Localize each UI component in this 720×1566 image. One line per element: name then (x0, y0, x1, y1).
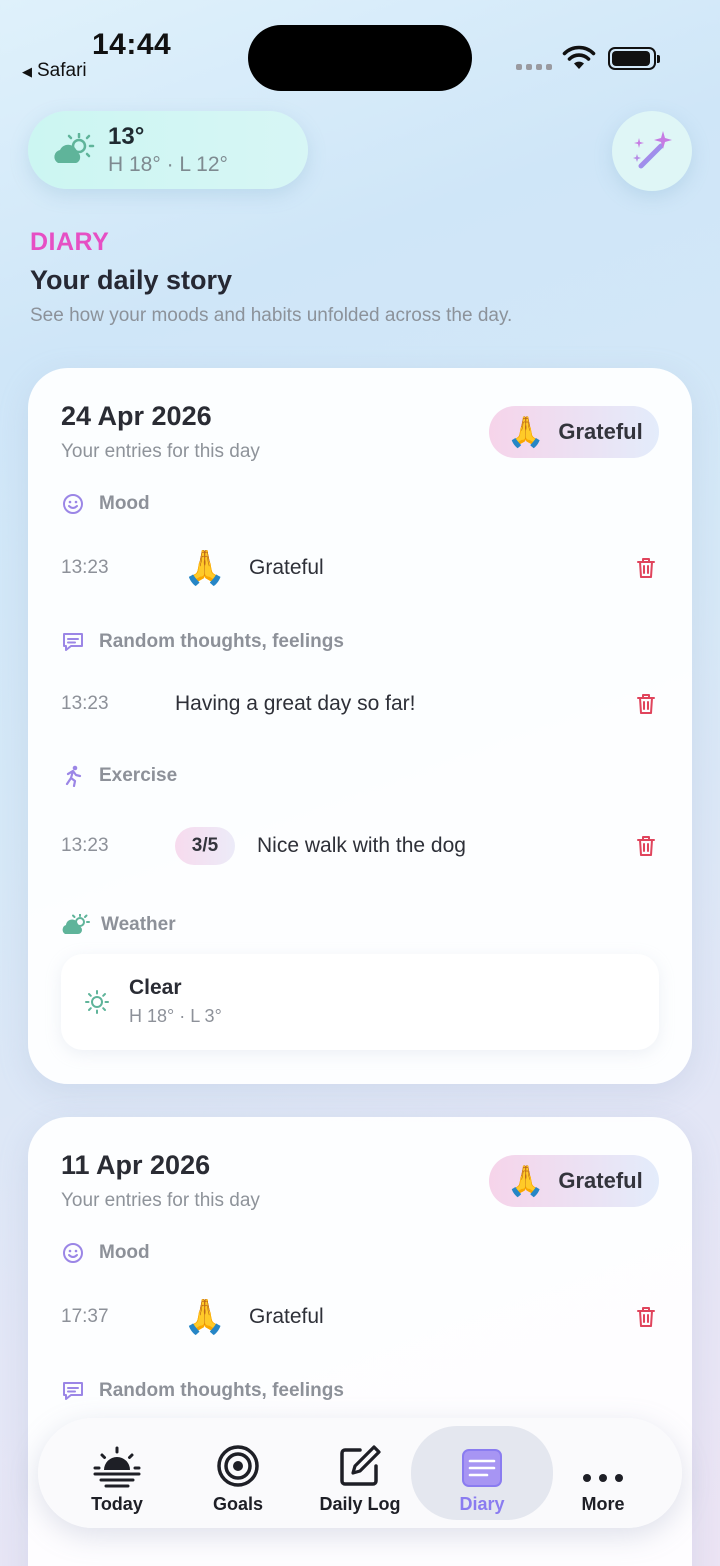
back-app-label: Safari (37, 60, 87, 81)
day-date: 11 Apr 2026 (61, 1150, 211, 1180)
mood-section-header: Mood (61, 492, 150, 516)
entry-time: 13:23 (61, 835, 109, 856)
exercise-entry: 13:23 3/5 Nice walk with the dog (61, 822, 659, 870)
exercise-section-header: Exercise (61, 764, 177, 788)
entry-text: Grateful (249, 556, 324, 579)
section-title: Mood (99, 1242, 150, 1263)
praying-hands-icon: 🙏 (507, 1164, 545, 1198)
mood-entry: 17:37 🙏 Grateful (61, 1293, 659, 1341)
back-arrow-icon: ◀ (22, 64, 32, 79)
day-subtitle: Your entries for this day (61, 1190, 260, 1211)
day-subtitle: Your entries for this day (61, 441, 260, 462)
tab-label: More (581, 1494, 625, 1514)
tab-label: Today (91, 1494, 143, 1514)
battery-icon (608, 47, 660, 70)
tab-label: Diary (459, 1494, 505, 1514)
back-to-app[interactable]: ◀ Safari (22, 60, 87, 82)
entry-time: 13:23 (61, 693, 109, 714)
mood-badge-label: Grateful (558, 419, 643, 444)
mood-section-header: Mood (61, 1241, 150, 1265)
page-eyebrow: DIARY (30, 228, 110, 256)
sun-icon (85, 990, 109, 1014)
more-icon (581, 1438, 625, 1488)
praying-hands-icon: 🙏 (183, 549, 227, 587)
day-mood-badge: 🙏 Grateful (489, 406, 659, 458)
section-title: Mood (99, 493, 150, 514)
chat-bubble-icon (61, 630, 85, 654)
diary-icon (461, 1438, 503, 1488)
tab-goals[interactable]: Goals (167, 1426, 309, 1520)
tab-label: Daily Log (319, 1494, 401, 1514)
partly-cloudy-icon (54, 133, 95, 163)
tab-daily-log[interactable]: Daily Log (289, 1426, 431, 1520)
section-title: Weather (101, 914, 176, 935)
mood-badge-label: Grateful (558, 1168, 643, 1193)
entry-time: 17:37 (61, 1306, 109, 1327)
weather-summary[interactable]: 13° H 18° · L 12° (28, 111, 308, 189)
delete-icon[interactable] (635, 692, 657, 716)
entry-text: Grateful (249, 1305, 324, 1328)
partly-cloudy-icon (61, 913, 91, 937)
day-mood-badge: 🙏 Grateful (489, 1155, 659, 1207)
chat-bubble-icon (61, 1379, 85, 1403)
wifi-icon (562, 45, 596, 69)
edit-icon (338, 1438, 382, 1488)
exercise-score-badge: 3/5 (175, 827, 235, 865)
entry-time: 13:23 (61, 557, 109, 578)
praying-hands-icon: 🙏 (507, 415, 545, 449)
page-subtitle: See how your moods and habits unfolded a… (30, 305, 513, 326)
mood-entry: 13:23 🙏 Grateful (61, 544, 659, 592)
entry-text: Nice walk with the dog (257, 834, 466, 857)
smiley-icon (61, 1241, 85, 1265)
signal-icon (516, 64, 552, 70)
weather-condition: Clear (129, 976, 182, 999)
section-title: Random thoughts, feelings (99, 631, 344, 652)
status-bar: 14:44 ◀ Safari (0, 0, 720, 100)
running-icon (61, 764, 85, 788)
temperature-high-low: H 18° · L 12° (108, 153, 228, 176)
delete-icon[interactable] (635, 834, 657, 858)
delete-icon[interactable] (635, 556, 657, 580)
section-title: Random thoughts, feelings (99, 1380, 344, 1401)
tab-more[interactable]: More (532, 1426, 674, 1520)
target-icon (216, 1438, 260, 1488)
thoughts-section-header: Random thoughts, feelings (61, 630, 344, 654)
magic-wand-icon (633, 131, 672, 169)
day-date: 24 Apr 2026 (61, 401, 212, 431)
weather-section-header: Weather (61, 913, 176, 937)
praying-hands-icon: 🙏 (183, 1298, 227, 1336)
current-temperature: 13° (108, 123, 145, 150)
thought-entry: 13:23 Having a great day so far! (61, 680, 659, 728)
magic-wand-button[interactable] (612, 111, 692, 191)
thoughts-section-header: Random thoughts, feelings (61, 1379, 344, 1403)
entry-text: Having a great day so far! (175, 692, 416, 715)
tab-bar: Today Goals Daily Log Diary More (38, 1418, 682, 1528)
smiley-icon (61, 492, 85, 516)
weather-detail: Clear H 18° · L 3° (61, 954, 659, 1050)
sunrise-icon (92, 1438, 142, 1488)
delete-icon[interactable] (635, 1305, 657, 1329)
section-title: Exercise (99, 765, 178, 786)
page-title: Your daily story (30, 265, 233, 295)
status-time: 14:44 (92, 28, 172, 61)
dynamic-island (248, 25, 472, 91)
weather-high-low: H 18° · L 3° (129, 1006, 222, 1026)
day-card: 24 Apr 2026 Your entries for this day 🙏 … (28, 368, 692, 1084)
tab-label: Goals (212, 1494, 264, 1514)
